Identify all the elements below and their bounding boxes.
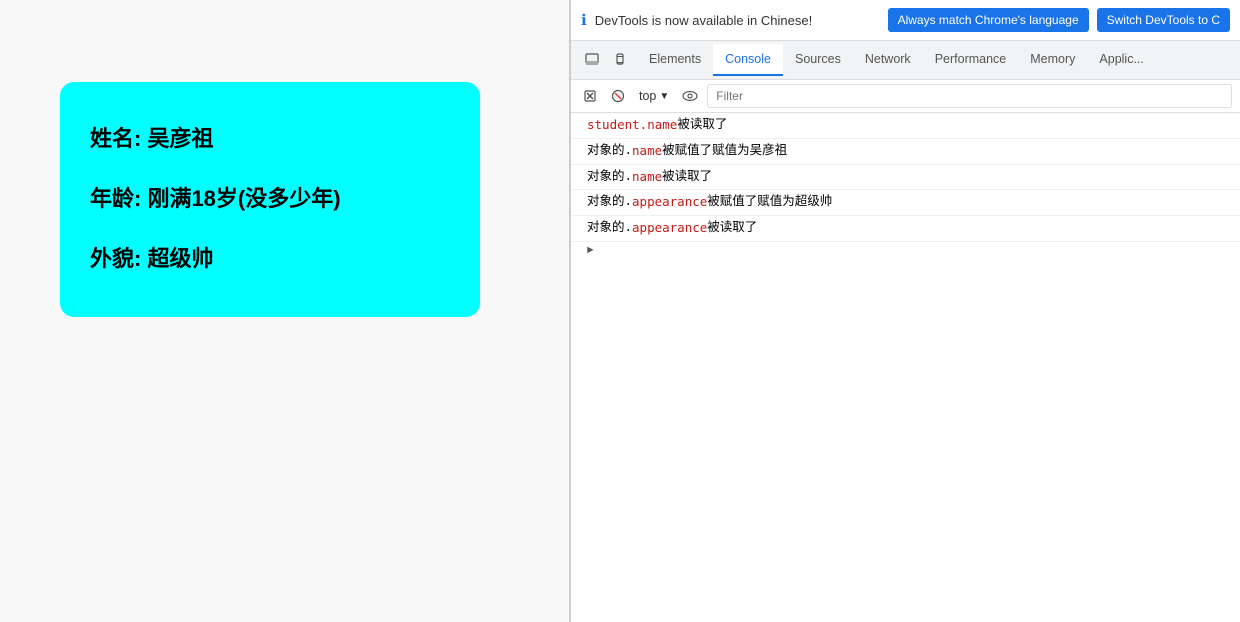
- banner-btn1[interactable]: Always match Chrome's language: [888, 8, 1089, 32]
- device-toolbar-icon[interactable]: [607, 47, 633, 73]
- console-text-3: 被读取了: [662, 168, 712, 187]
- console-prefix-5: 对象的.: [587, 219, 632, 238]
- tab-memory[interactable]: Memory: [1018, 44, 1087, 76]
- filter-icon[interactable]: [607, 85, 629, 107]
- console-prefix-2: 对象的.: [587, 142, 632, 161]
- devtools-icon-buttons: [575, 41, 637, 79]
- tab-performance[interactable]: Performance: [923, 44, 1019, 76]
- console-prefix-4: 对象的.: [587, 193, 632, 212]
- tab-console[interactable]: Console: [713, 44, 783, 76]
- tab-elements[interactable]: Elements: [637, 44, 713, 76]
- devtools-panel: ℹ DevTools is now available in Chinese! …: [570, 0, 1240, 622]
- tab-application[interactable]: Applic...: [1087, 44, 1155, 76]
- context-selector[interactable]: top ▼: [635, 87, 673, 105]
- console-code-1: student.name: [587, 116, 677, 135]
- banner-text: DevTools is now available in Chinese!: [595, 13, 880, 28]
- page-area: 姓名: 吴彦祖 年龄: 刚满18岁(没多少年) 外貌: 超级帅: [0, 0, 570, 622]
- eye-icon[interactable]: [679, 85, 701, 107]
- student-name: 姓名: 吴彦祖: [90, 124, 450, 155]
- console-line-4: 对象的.appearance被赋值了赋值为超级帅: [571, 190, 1240, 216]
- student-card: 姓名: 吴彦祖 年龄: 刚满18岁(没多少年) 外貌: 超级帅: [60, 82, 480, 317]
- console-filter-input[interactable]: [710, 87, 1229, 105]
- console-text-1: 被读取了: [677, 116, 727, 135]
- console-line-5: 对象的.appearance被读取了: [571, 216, 1240, 242]
- banner-btn2[interactable]: Switch DevTools to C: [1097, 8, 1230, 32]
- clear-console-icon[interactable]: [579, 85, 601, 107]
- toggle-drawer-icon[interactable]: [579, 47, 605, 73]
- console-code-5: appearance: [632, 219, 707, 238]
- console-text-4: 被赋值了赋值为超级帅: [707, 193, 832, 212]
- console-prompt[interactable]: ►: [571, 242, 1240, 260]
- tab-sources[interactable]: Sources: [783, 44, 853, 76]
- console-text-5: 被读取了: [707, 219, 757, 238]
- tab-network[interactable]: Network: [853, 44, 923, 76]
- console-code-2: name: [632, 142, 662, 161]
- console-output: student.name 被读取了 对象的.name被赋值了赋值为吴彦祖 对象的…: [571, 113, 1240, 622]
- student-age: 年龄: 刚满18岁(没多少年): [90, 184, 450, 215]
- console-line-1: student.name 被读取了: [571, 113, 1240, 139]
- context-label: top: [639, 89, 656, 103]
- console-toolbar: top ▼: [571, 80, 1240, 113]
- console-line-2: 对象的.name被赋值了赋值为吴彦祖: [571, 139, 1240, 165]
- chevron-down-icon: ▼: [659, 91, 669, 102]
- console-code-4: appearance: [632, 193, 707, 212]
- devtools-banner: ℹ DevTools is now available in Chinese! …: [571, 0, 1240, 41]
- info-icon: ℹ: [581, 11, 587, 29]
- console-text-2: 被赋值了赋值为吴彦祖: [662, 142, 787, 161]
- console-line-3: 对象的.name被读取了: [571, 165, 1240, 191]
- prompt-chevron-icon: ►: [587, 245, 594, 257]
- devtools-tabs-bar: Elements Console Sources Network Perform…: [571, 41, 1240, 80]
- student-appearance: 外貌: 超级帅: [90, 244, 450, 275]
- console-code-3: name: [632, 168, 662, 187]
- console-prefix-3: 对象的.: [587, 168, 632, 187]
- console-filter-box[interactable]: [707, 84, 1232, 108]
